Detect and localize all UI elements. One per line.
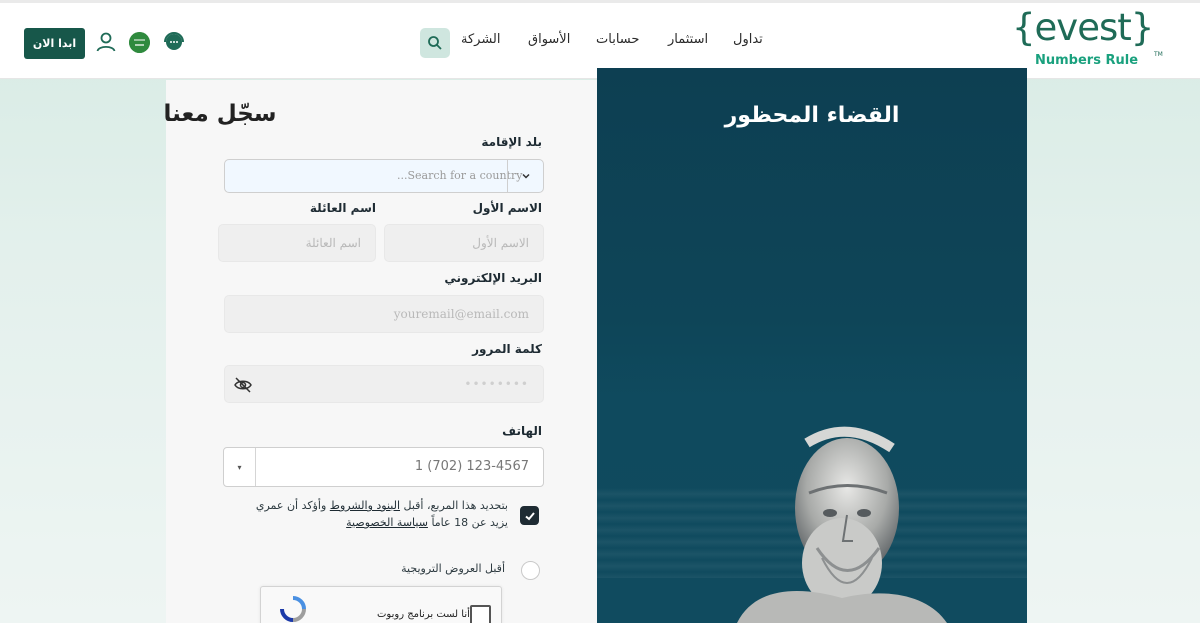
phone-value: 1 (702) 123-4567 [414,459,529,474]
terms-text: بتحديد هذا المربع، أقبل البنود والشروط و… [246,497,508,531]
start-now-button[interactable]: ابدا الان [24,28,85,59]
philosopher-statue-image [737,426,947,623]
last-name-input[interactable]: اسم العائلة [218,224,376,262]
form-title: سجّل معنا [163,101,277,127]
terms-text-1: بتحديد هذا المربع، أقبل [403,499,508,512]
nav-invest[interactable]: استثمار [668,32,708,47]
captcha-checkbox[interactable] [470,605,491,623]
caret-down-icon: ▾ [237,462,242,472]
phone-country-dropdown[interactable]: ▾ [224,448,256,486]
nav-markets[interactable]: الأسواق [528,32,570,47]
last-name-label: اسم العائلة [309,201,376,215]
country-label: بلد الإقامة [481,135,542,149]
logo-trademark: TM [1154,51,1163,58]
nav-trade[interactable]: تداول [733,32,763,47]
hero-title: القضاء المحظور [724,103,900,128]
saudi-flag-icon[interactable] [129,32,150,53]
eye-slash-icon[interactable] [233,375,253,395]
password-label: كلمة المرور [472,342,542,356]
email-label: البريد الإلكتروني [444,271,542,285]
terms-conditions-link[interactable]: البنود والشروط [330,499,400,512]
password-placeholder: •••••••• [464,377,529,391]
recaptcha-logo-icon [280,596,306,622]
support-chat-icon[interactable] [162,30,186,54]
evest-logo[interactable]: {evest} Numbers Rule TM [1008,6,1168,72]
nav-company[interactable]: الشركة [461,32,501,47]
email-input[interactable]: youremail@email.com [224,295,544,333]
chevron-down-icon[interactable] [507,160,543,192]
logo-wordmark: {evest} [1012,6,1154,49]
phone-input[interactable]: ▾ 1 (702) 123-4567 [223,447,544,487]
nav-accounts[interactable]: حسابات [596,32,639,47]
recaptcha-widget: أنا لست برنامج روبوت [260,586,502,623]
user-icon[interactable] [94,30,118,54]
search-icon [428,36,442,50]
phone-label: الهاتف [502,424,542,438]
country-placeholder: ...Search for a country [397,169,523,182]
hero-banner: القضاء المحظور [597,68,1027,623]
logo-tagline: Numbers Rule [1035,53,1139,68]
first-name-label: الاسم الأول [472,201,542,215]
search-button[interactable] [420,28,450,58]
terms-checkbox[interactable] [520,506,539,525]
privacy-policy-link[interactable]: سياسة الخصوصية [346,516,428,529]
captcha-label: أنا لست برنامج روبوت [377,609,470,620]
password-input[interactable]: •••••••• [224,365,544,403]
promo-checkbox[interactable] [521,561,540,580]
first-name-input[interactable]: الاسم الأول [384,224,544,262]
promo-label: أقبل العروض الترويجية [401,562,505,575]
checkmark-icon [524,511,535,520]
country-select[interactable]: ...Search for a country [224,159,544,193]
